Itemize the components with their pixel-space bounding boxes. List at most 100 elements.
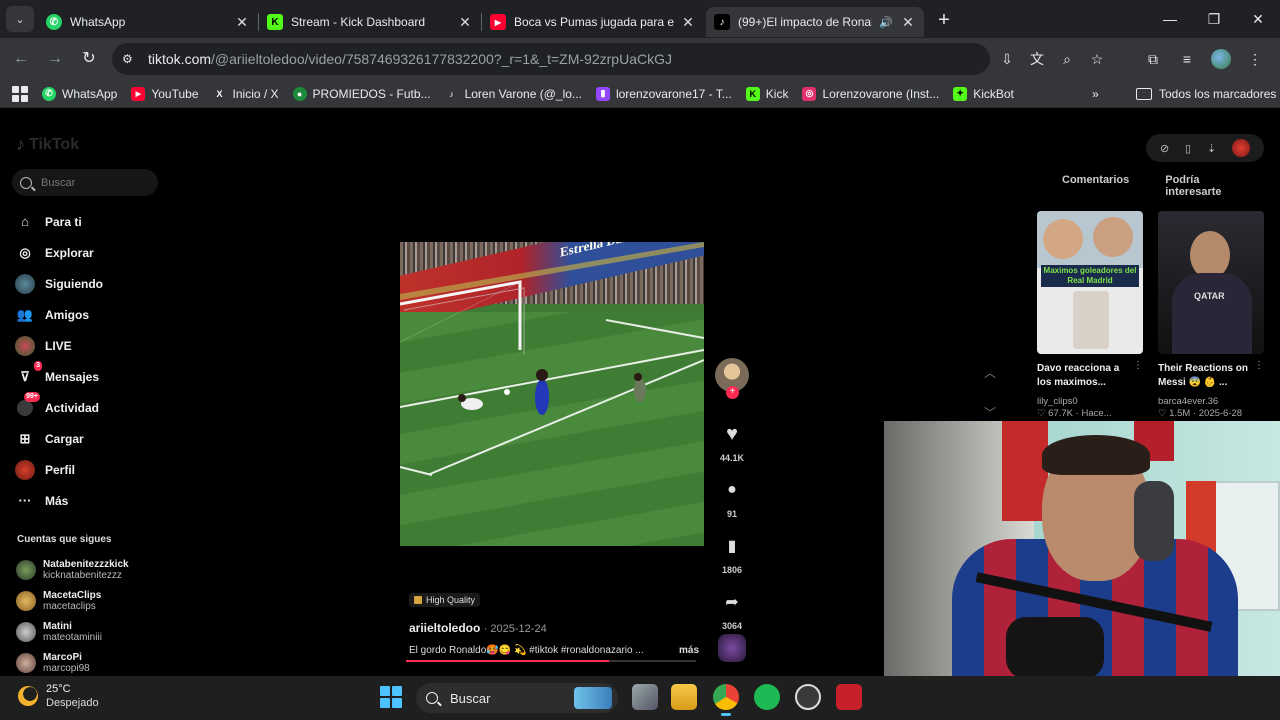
weather-widget[interactable]: 25°C Despejado [18,682,99,710]
nav-perfil[interactable]: Perfil [14,454,103,485]
start-button[interactable] [380,686,402,708]
share-button[interactable]: ➦ 3064 [712,586,752,631]
task-view-icon[interactable] [632,684,658,710]
bookmark-twitch[interactable]: ▮ lorenzovarone17 - T... [595,86,732,101]
bookmark-kickbot[interactable]: ✦ KickBot [953,86,1014,101]
comment-button[interactable]: ● 91 [712,474,752,519]
back-icon[interactable]: ← [4,42,38,76]
bookmark-label: WhatsApp [62,86,118,101]
following-item[interactable]: Natabenitezzzkick kicknatabenitezzz [16,554,129,585]
following-user: mateotaminiii [43,631,102,643]
recommendation-card[interactable]: Maximos goleadores del Real Madrid Davo … [1037,211,1143,420]
tab-podria-interesarte[interactable]: Podría interesarte [1165,174,1244,198]
user-avatar[interactable] [1232,139,1251,157]
address-bar[interactable]: ⚙ tiktok.com /@ariieltoledoo/video/75874… [112,43,990,75]
bookmark-label: KickBot [973,86,1014,101]
nav-live[interactable]: LIVE [14,330,103,361]
minimize-icon[interactable]: — [1148,0,1192,38]
webcam-hair [1042,435,1150,475]
nav-amigos[interactable]: 👥 Amigos [14,299,103,330]
tab-kick-dashboard[interactable]: K Stream - Kick Dashboard ✕ [259,7,481,37]
search-highlight-icon [574,687,612,709]
save-button[interactable]: ▮ 1806 [712,530,752,575]
menu-kebab-icon[interactable]: ⋮ [1238,51,1272,68]
tab-tiktok-active[interactable]: ♪ (99+)El impacto de Ronaldo 🔊 ✕ [706,7,924,37]
music-disc-icon[interactable] [718,634,746,662]
follow-plus-icon[interactable]: + [726,386,739,399]
file-explorer-icon[interactable] [671,684,697,710]
speaker-icon[interactable]: 🔊 [878,16,894,29]
nav-para-ti[interactable]: ⌂ Para ti [14,206,103,237]
spotify-icon[interactable] [754,684,780,710]
extensions-icon[interactable]: ⧉ [1136,51,1170,68]
chrome-icon[interactable] [713,684,739,716]
bookmark-whatsapp[interactable]: ✆ WhatsApp [42,86,118,101]
caption-more-link[interactable]: más [679,645,699,656]
taskbar-search[interactable]: Buscar [416,683,618,713]
close-window-icon[interactable]: ✕ [1236,0,1280,38]
download-icon[interactable]: ⇣ [1207,142,1216,155]
close-tab-icon[interactable]: ✕ [900,14,916,31]
restore-icon[interactable]: ❐ [1192,0,1236,38]
recommendation-date: Hace... [1081,408,1112,419]
obs-icon[interactable] [795,684,821,710]
tab-comentarios[interactable]: Comentarios [1062,174,1129,198]
nav-mensajes[interactable]: ⊽ 3 Mensajes [14,360,103,392]
device-icon[interactable]: ▯ [1185,142,1191,155]
bookmark-x[interactable]: X Inicio / X [213,87,279,101]
comment-count: 91 [726,509,737,519]
video-player[interactable]: Estrella Damm [400,242,704,546]
more-options-icon[interactable]: ⋮ [1254,360,1264,371]
activity-badge: 99+ [24,391,40,402]
progress-bar[interactable] [406,660,609,662]
coin-icon[interactable]: ⊘ [1160,142,1169,155]
nav-explorar[interactable]: ◎ Explorar [14,237,103,268]
site-settings-icon[interactable]: ⚙ [122,52,140,66]
search-input[interactable]: Buscar [12,169,158,196]
install-app-icon[interactable]: ⇩ [992,51,1022,68]
following-item[interactable]: Matini mateotaminiii [16,616,129,647]
tiktok-icon: ♪ [714,14,730,30]
bookmark-promiedos[interactable]: ● PROMIEDOS - Futb... [292,86,431,101]
close-tab-icon[interactable]: ✕ [680,14,696,31]
author-avatar-button[interactable]: + [712,358,752,399]
bookmark-instagram[interactable]: ◎ Lorenzovarone (Inst... [802,86,939,101]
zoom-icon[interactable]: ⌕ [1052,51,1082,68]
tab-youtube-boca[interactable]: ▶ Boca vs Pumas jugada para exp ✕ [482,7,704,37]
more-bookmarks-icon[interactable]: » [1092,80,1099,108]
following-item[interactable]: MarcoPi marcopi98 [16,647,129,678]
nav-label: Siguiendo [45,276,103,291]
all-bookmarks-button[interactable]: Todos los marcadores [1136,80,1276,108]
media-controls-icon[interactable]: ≡ [1170,51,1204,67]
translate-icon[interactable]: 文 [1022,49,1052,69]
more-options-icon[interactable]: ⋮ [1133,360,1143,371]
like-button[interactable]: ♥ 44.1K [712,418,752,464]
chevron-down-icon[interactable]: ﹀ [984,404,996,421]
nav-siguiendo[interactable]: Siguiendo [14,268,103,299]
bookmark-star-icon[interactable]: ☆ [1082,51,1112,68]
quality-badge[interactable]: High Quality [409,593,481,607]
nav-cargar[interactable]: ⊞ Cargar [14,423,103,454]
new-tab-button[interactable]: + [930,7,958,35]
tiktok-logo[interactable]: ♪ TikTok [16,134,79,155]
close-tab-icon[interactable]: ✕ [234,14,250,31]
tab-whatsapp[interactable]: ✆ WhatsApp ✕ [38,7,258,37]
apps-grid-icon[interactable] [12,85,28,102]
following-item[interactable]: MacetaClips macetaclips [16,585,129,616]
bookmark-kick[interactable]: K Kick [745,86,788,101]
browser-toolbar: ← → ↻ ⚙ tiktok.com /@ariieltoledoo/video… [0,38,1280,80]
app-icon[interactable] [836,684,862,710]
bookmark-youtube[interactable]: ▶ YouTube [131,86,199,101]
recommendation-card[interactable]: QATAR Their Reactions on Messi 😨 👶 ... b… [1158,211,1264,420]
author-name[interactable]: ariieltoledoo [409,621,480,635]
bookmark-loren-tiktok[interactable]: ♪ Loren Varone (@_lo... [445,87,582,101]
close-tab-icon[interactable]: ✕ [457,14,473,31]
profile-avatar-icon[interactable] [1211,49,1231,69]
chevron-up-icon[interactable]: ︿ [984,364,996,381]
browser-tab-bar: ⌄ ✆ WhatsApp ✕ K Stream - Kick Dashboard… [0,0,1280,38]
nav-mas[interactable]: ··· Más [14,485,103,516]
reload-icon[interactable]: ↻ [72,42,106,76]
nav-actividad[interactable]: 99+ Actividad [14,391,103,423]
tab-search-chevron-icon[interactable]: ⌄ [6,6,34,32]
forward-icon[interactable]: → [38,42,72,76]
